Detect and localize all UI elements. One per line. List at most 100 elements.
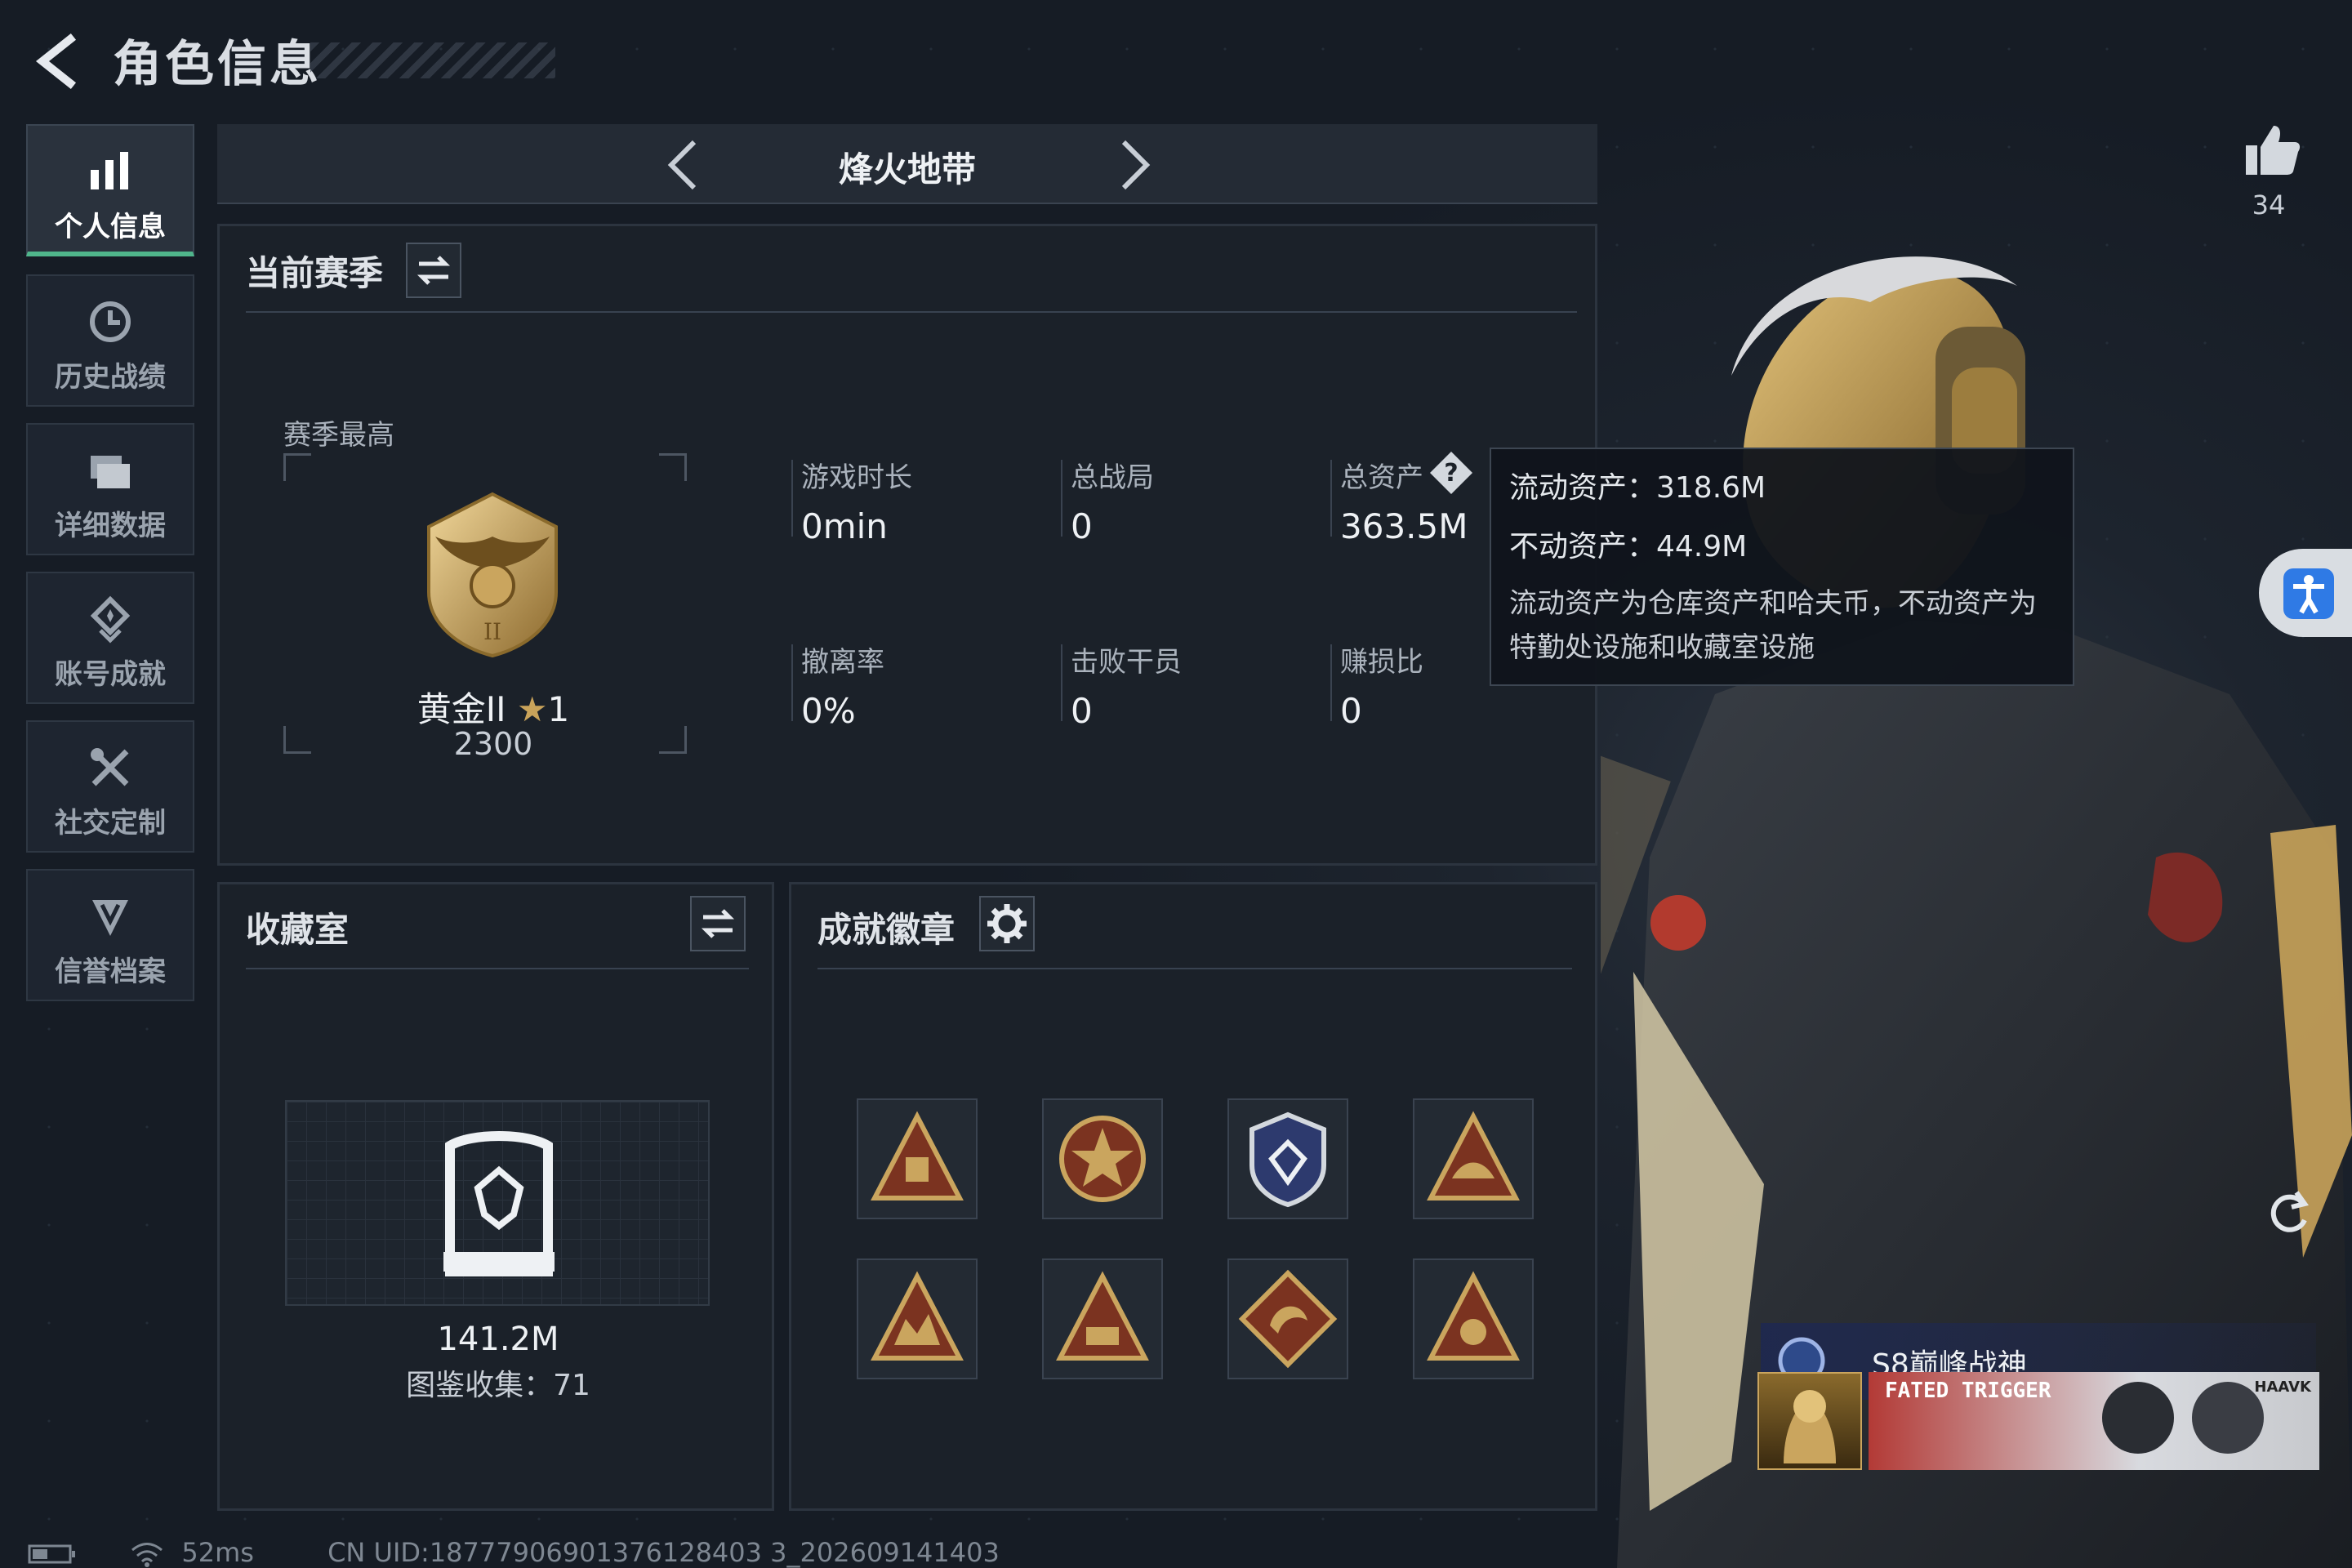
mode-name: 烽火地带: [838, 149, 976, 189]
stat-separator: [791, 644, 793, 721]
badge-2[interactable]: [1042, 1098, 1163, 1219]
ping-text: 52ms: [181, 1537, 254, 1568]
stat-profit-loss-ratio: 赚损比 0: [1330, 639, 1423, 731]
stat-separator: [1330, 460, 1332, 537]
sidebar-item-label: 历史战绩: [55, 361, 166, 394]
badge-8[interactable]: [1413, 1258, 1534, 1379]
season-best-label: 赛季最高: [283, 419, 394, 452]
stat-value: 0min: [801, 506, 888, 546]
display-case-icon: [443, 1131, 555, 1276]
sidebar-item-credit[interactable]: 信誉档案: [26, 869, 194, 1001]
battery-icon: [28, 1544, 75, 1564]
stat-extraction-rate: 撤离率 0%: [791, 639, 884, 731]
svg-text:?: ?: [1444, 459, 1458, 488]
triangle-badge-icon: [1427, 1111, 1520, 1200]
sidebar-item-achievements[interactable]: 账号成就: [26, 572, 194, 704]
achievement-medal-icon: [90, 595, 131, 644]
assets-tooltip: 流动资产：318.6M 不动资产：44.9M 流动资产为仓库资产和哈夫币，不动资…: [1490, 448, 2074, 686]
svg-text:II: II: [483, 618, 501, 645]
stat-separator: [1061, 644, 1062, 721]
star-icon: ★: [516, 689, 548, 729]
badge-5[interactable]: [857, 1258, 978, 1379]
wifi-icon: [131, 1543, 163, 1567]
chevron-right-icon[interactable]: [1111, 137, 1160, 193]
tooltip-liquid-assets: 流动资产：318.6M: [1509, 471, 1766, 505]
sidebar-item-label: 信誉档案: [55, 956, 166, 988]
dragon-diamond-badge-icon: [1238, 1269, 1338, 1369]
badge-1[interactable]: [857, 1098, 978, 1219]
back-arrow-icon[interactable]: [28, 33, 85, 90]
bracket-bl: [283, 726, 311, 754]
bracket-br: [659, 726, 687, 754]
thumbs-up-icon: [2246, 126, 2301, 175]
badge-3[interactable]: [1227, 1098, 1348, 1219]
badges-panel: 成就徽章: [789, 882, 1597, 1511]
stat-separator: [1330, 644, 1332, 721]
collection-switch-button[interactable]: [690, 896, 746, 951]
divider: [817, 968, 1572, 969]
sidebar-item-history[interactable]: 历史战绩: [26, 274, 194, 407]
sidebar-item-personal-info[interactable]: 个人信息: [26, 124, 194, 256]
bracket-tr: [659, 453, 687, 481]
sidebar-item-social[interactable]: 社交定制: [26, 720, 194, 853]
stat-value: 0: [1340, 691, 1362, 731]
sidebar-item-detail-data[interactable]: 详细数据: [26, 423, 194, 555]
accessibility-icon: [2283, 568, 2334, 619]
star-emblem-badge-icon: [1059, 1116, 1146, 1202]
divider: [246, 311, 1577, 313]
like-count: 34: [2252, 189, 2286, 220]
rotate-icon[interactable]: [2262, 1186, 2316, 1240]
sidebar-item-label: 个人信息: [55, 211, 166, 243]
stat-label: 游戏时长: [801, 461, 912, 494]
collection-preview[interactable]: [285, 1100, 710, 1306]
stat-value: 363.5M: [1340, 506, 1468, 546]
mode-selector: 烽火地带: [217, 124, 1597, 204]
stat-total-matches: 总战局 0: [1061, 455, 1154, 546]
shield-badge-icon: [1250, 1111, 1326, 1208]
sidebar-item-label: 详细数据: [55, 510, 166, 542]
tools-cross-icon: [91, 748, 129, 786]
stat-separator: [791, 460, 793, 537]
season-panel: 当前赛季 赛季最高 II 黄金II ★1 2300 游戏时长 0min 总战局 …: [217, 224, 1597, 866]
status-footer: 52ms CN UID:18777906901376128403 3_20260…: [28, 1537, 1000, 1568]
rank-gold-emblem-icon: II: [427, 492, 558, 658]
badges-settings-button[interactable]: [979, 896, 1035, 951]
accessibility-button[interactable]: [2259, 549, 2352, 637]
stat-value: 0: [1071, 506, 1093, 546]
stat-value: 0: [1071, 691, 1093, 731]
triangle-badge-icon: [871, 1111, 964, 1200]
like-counter[interactable]: 34: [2244, 122, 2301, 220]
stat-label: 击败干员: [1071, 646, 1182, 679]
sidebar-item-label: 账号成就: [55, 658, 166, 691]
help-question-icon[interactable]: ?: [1428, 450, 1474, 496]
badge-4[interactable]: [1413, 1098, 1534, 1219]
bracket-tl: [283, 453, 311, 481]
divider: [246, 968, 749, 969]
collection-title: 收藏室: [246, 910, 350, 950]
rank-name-row: 黄金II ★1: [391, 682, 595, 732]
stat-value: 0%: [801, 691, 856, 731]
stat-separator: [1061, 460, 1062, 537]
rank-name: 黄金II: [416, 689, 506, 729]
badge-6[interactable]: [1042, 1258, 1163, 1379]
folder-data-icon: [91, 456, 130, 488]
rank-score: 2300: [453, 726, 533, 762]
swap-arrows-icon: [416, 256, 451, 285]
player-banner[interactable]: FATED TRIGGER HAAVK: [1869, 1372, 2319, 1470]
credit-shield-icon: [92, 900, 128, 936]
gear-icon: [987, 904, 1027, 943]
stat-kills: 击败干员 0: [1061, 639, 1182, 731]
season-switch-button[interactable]: [406, 243, 461, 298]
stat-label: 赚损比: [1340, 646, 1423, 679]
stat-label: 撤离率: [801, 646, 884, 679]
banner-text: FATED TRIGGER: [1885, 1379, 2051, 1403]
stat-label: 总战局: [1071, 461, 1154, 494]
badge-7[interactable]: [1227, 1258, 1348, 1379]
player-avatar-frame[interactable]: [1757, 1372, 1862, 1470]
badges-title: 成就徽章: [817, 910, 956, 950]
collection-panel: 收藏室 141.2M 图鉴收集：71: [217, 882, 774, 1511]
title-decoration: [310, 42, 555, 78]
stat-playtime: 游戏时长 0min: [791, 455, 912, 546]
triangle-badge-icon: [871, 1271, 964, 1361]
tooltip-fixed-assets: 不动资产：44.9M: [1509, 530, 1748, 564]
